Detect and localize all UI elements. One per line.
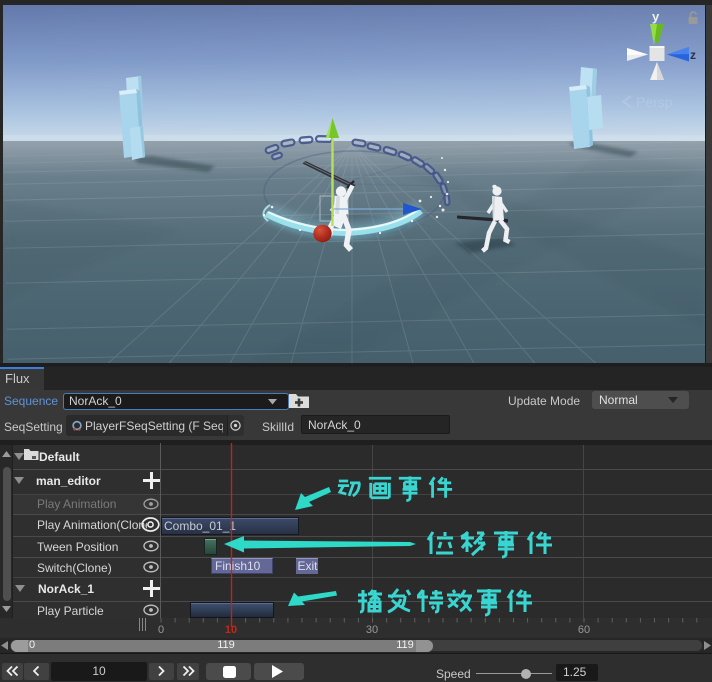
svg-text:z: z bbox=[690, 48, 696, 62]
svg-text:Persp: Persp bbox=[636, 94, 673, 110]
svg-text:y: y bbox=[652, 9, 660, 24]
